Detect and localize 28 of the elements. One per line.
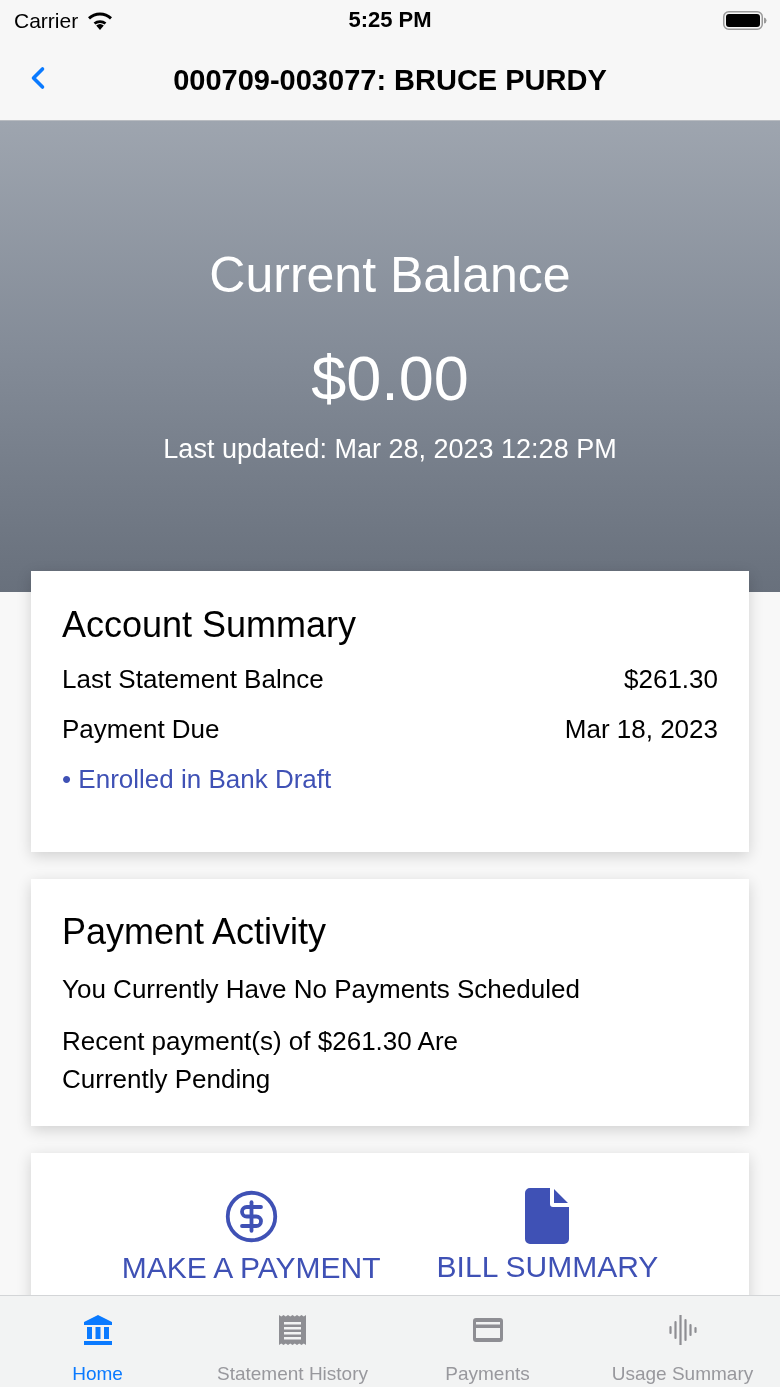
enrollment-note: • Enrolled in Bank Draft xyxy=(62,764,333,795)
balance-title: Current Balance xyxy=(209,246,571,305)
wifi-icon xyxy=(87,10,114,30)
battery-icon xyxy=(723,10,767,30)
bank-icon xyxy=(83,1315,112,1345)
waveform-icon xyxy=(668,1315,697,1345)
activity-text: You Currently Have No Payments Scheduled xyxy=(62,974,581,1005)
carrier-label: Carrier xyxy=(14,9,79,31)
card-title: Account Summary xyxy=(62,603,358,646)
summary-label: Last Statement Balnce xyxy=(62,664,324,695)
card-title: Payment Activity xyxy=(62,910,328,953)
summary-value: Mar 18, 2023 xyxy=(564,714,718,745)
tab-bar-item[interactable]: Statement History xyxy=(195,1296,390,1387)
receipt-icon xyxy=(279,1315,306,1345)
credit-card-icon xyxy=(472,1318,503,1342)
summary-value: $261.30 xyxy=(624,664,718,695)
clock-time: 5:25 PM xyxy=(348,8,432,32)
tab-bar-item[interactable]: Payments xyxy=(390,1296,585,1387)
page-title: 000709-003077: BRUCE PURDY xyxy=(173,65,607,95)
tab-bar-item[interactable]: Home xyxy=(0,1296,195,1387)
document-icon xyxy=(525,1188,570,1244)
last-updated-text: Last updated: Mar 28, 2023 12:28 PM xyxy=(163,433,617,465)
payment-button[interactable]: MAKE A PAYMENT xyxy=(121,1188,381,1285)
activity-text: Recent payment(s) of $261.30 Are Currently Pending xyxy=(62,1025,459,1096)
balance-amount: $0.00 xyxy=(311,342,469,415)
summary-label: Payment Due xyxy=(62,714,220,745)
tab-bar-item[interactable]: Usage Summary xyxy=(585,1296,780,1387)
bill-summary-button[interactable]: BILL SUMMARY xyxy=(436,1188,659,1285)
